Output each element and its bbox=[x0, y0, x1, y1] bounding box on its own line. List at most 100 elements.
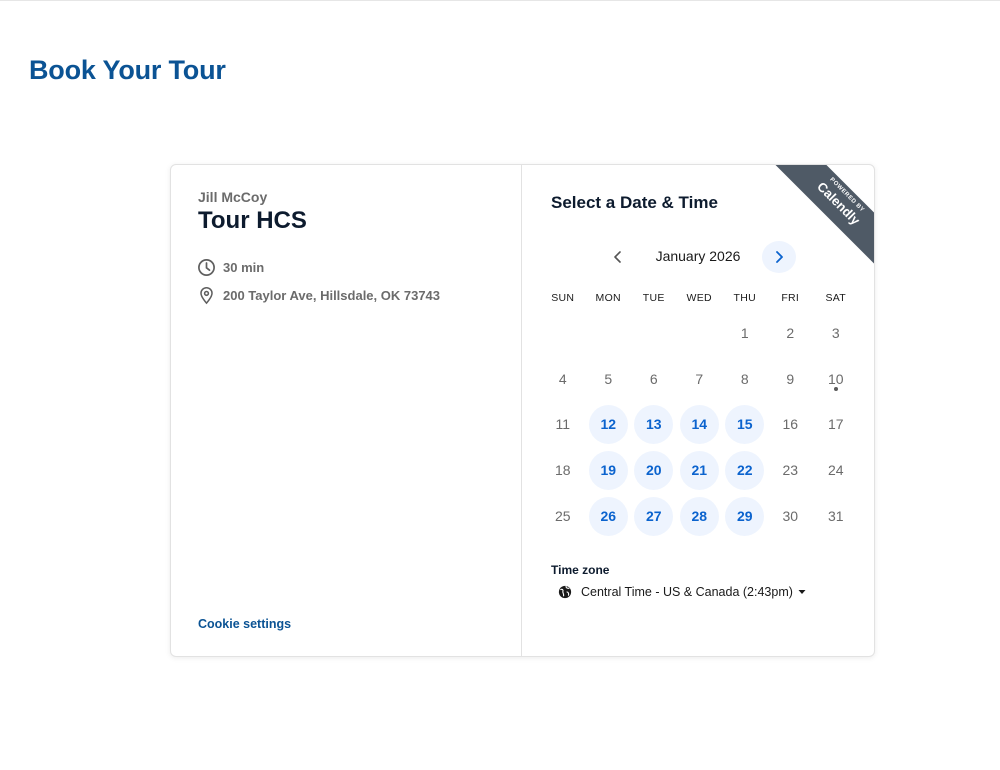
calendar-empty-cell bbox=[677, 310, 723, 356]
calendar-day: 25 bbox=[540, 493, 586, 539]
calendar-day-number: 7 bbox=[695, 370, 704, 387]
month-navigation: January 2026 bbox=[523, 241, 874, 273]
location-text: 200 Taylor Ave, Hillsdale, OK 73743 bbox=[223, 288, 441, 303]
calendar-day-number: 13 bbox=[634, 404, 674, 444]
calendar-day-available[interactable]: 20 bbox=[631, 447, 677, 493]
calendar-day: 9 bbox=[768, 356, 814, 402]
globe-icon bbox=[558, 585, 572, 599]
calendar-days-grid: 1 2 3 4 5 6 7 8 9 10 11 12 13 14 15 16 17 18 19 20 21 22 23 24 2… bbox=[540, 310, 859, 539]
calendar-day: 10 bbox=[813, 356, 859, 402]
calendar-day-available[interactable]: 12 bbox=[586, 402, 632, 448]
calendar-day: 31 bbox=[813, 493, 859, 539]
calendar-day: 1 bbox=[722, 310, 768, 356]
previous-month-button[interactable] bbox=[601, 241, 635, 273]
calendar-day-available[interactable]: 14 bbox=[677, 402, 723, 448]
calendar-day-number: 23 bbox=[782, 462, 799, 479]
calendar-day-available[interactable]: 13 bbox=[631, 402, 677, 448]
weekday-header: SUN MON TUE WED THU FRI SAT bbox=[540, 292, 859, 304]
calendar-day: 2 bbox=[768, 310, 814, 356]
calendar-day-available[interactable]: 29 bbox=[722, 493, 768, 539]
calendar-day-number: 1 bbox=[740, 324, 749, 341]
weekday-label: MON bbox=[595, 292, 621, 304]
calendar-day-number: 31 bbox=[827, 508, 844, 525]
calendar-day-number: 8 bbox=[740, 370, 749, 387]
calendar-day-available[interactable]: 15 bbox=[722, 402, 768, 448]
calendar-day: 4 bbox=[540, 356, 586, 402]
calendar-day-number: 21 bbox=[679, 450, 719, 490]
calendar-day: 17 bbox=[813, 402, 859, 448]
calendar-day-number: 11 bbox=[555, 416, 571, 433]
calendar-day-number: 16 bbox=[782, 416, 799, 433]
calendar-day: 5 bbox=[586, 356, 632, 402]
calendar-empty-cell bbox=[631, 310, 677, 356]
calendar-day: 24 bbox=[813, 447, 859, 493]
location-pin-icon bbox=[200, 287, 213, 305]
calendar-day-available[interactable]: 22 bbox=[722, 447, 768, 493]
calendar-day-number: 17 bbox=[827, 416, 844, 433]
calendar-day-available[interactable]: 19 bbox=[586, 447, 632, 493]
calendar-day-number: 28 bbox=[679, 496, 719, 536]
calendar-day-number: 29 bbox=[725, 496, 765, 536]
calendar-day-number: 20 bbox=[634, 450, 674, 490]
weekday-label: THU bbox=[733, 292, 756, 304]
calendar-empty-cell bbox=[586, 310, 632, 356]
weekday-label: SAT bbox=[825, 292, 847, 304]
event-title: Tour HCS bbox=[198, 207, 307, 234]
calendar-day-available[interactable]: 21 bbox=[677, 447, 723, 493]
month-label: January 2026 bbox=[655, 248, 741, 264]
calendar-day-number: 18 bbox=[554, 462, 571, 479]
calendar-day: 16 bbox=[768, 402, 814, 448]
event-duration: 30 min bbox=[197, 258, 264, 277]
today-indicator-dot bbox=[833, 386, 838, 391]
caret-down-icon bbox=[798, 590, 806, 594]
timezone-label: Time zone bbox=[551, 563, 610, 577]
top-divider bbox=[0, 0, 1000, 1]
duration-text: 30 min bbox=[223, 260, 265, 275]
calendar-day-number: 22 bbox=[725, 450, 765, 490]
weekday-label: TUE bbox=[642, 292, 665, 304]
calendar-day-number: 9 bbox=[786, 370, 795, 387]
calendar-day: 30 bbox=[768, 493, 814, 539]
calendar-day: 6 bbox=[631, 356, 677, 402]
calendar-day-number: 14 bbox=[679, 404, 719, 444]
calendar-day: 7 bbox=[677, 356, 723, 402]
calendar-day-available[interactable]: 27 bbox=[631, 493, 677, 539]
calendar-day-number: 5 bbox=[604, 370, 613, 387]
calendar-day-number: 24 bbox=[827, 462, 844, 479]
weekday-label: WED bbox=[686, 292, 712, 304]
next-month-button[interactable] bbox=[762, 241, 796, 273]
date-picker-pane: Select a Date & Time January 2026 SUN MO… bbox=[523, 165, 874, 656]
event-location: 200 Taylor Ave, Hillsdale, OK 73743 bbox=[197, 286, 440, 305]
calendar-day-number: 12 bbox=[588, 404, 628, 444]
timezone-selector[interactable]: Central Time - US & Canada (2:43pm) bbox=[558, 585, 806, 599]
calendar-day-available[interactable]: 26 bbox=[586, 493, 632, 539]
calendar-day-number: 3 bbox=[831, 324, 840, 341]
event-details-pane: Jill McCoy Tour HCS 30 min 200 Taylor Av… bbox=[171, 165, 522, 656]
timezone-value: Central Time - US & Canada (2:43pm) bbox=[581, 585, 793, 599]
calendar-day-number: 6 bbox=[649, 370, 658, 387]
calendar-day-number: 2 bbox=[786, 324, 795, 341]
calendar-day-available[interactable]: 28 bbox=[677, 493, 723, 539]
weekday-label: SUN bbox=[551, 292, 575, 304]
calendar-day-number: 25 bbox=[554, 508, 571, 525]
booking-widget: Jill McCoy Tour HCS 30 min 200 Taylor Av… bbox=[170, 164, 875, 657]
chevron-left-icon bbox=[614, 251, 621, 263]
page-title: Book Your Tour bbox=[29, 55, 226, 85]
calendar-day-number: 4 bbox=[558, 370, 567, 387]
calendar-day-number: 19 bbox=[588, 450, 628, 490]
calendar-day: 11 bbox=[540, 402, 586, 448]
clock-icon bbox=[198, 259, 215, 276]
calendar-day-number: 30 bbox=[782, 508, 799, 525]
weekday-label: FRI bbox=[781, 292, 800, 304]
calendar-day: 18 bbox=[540, 447, 586, 493]
calendar-day: 23 bbox=[768, 447, 814, 493]
calendar-day-number: 15 bbox=[725, 404, 765, 444]
calendar-day-number: 27 bbox=[634, 496, 674, 536]
date-time-heading: Select a Date & Time bbox=[551, 193, 718, 212]
calendar-day: 8 bbox=[722, 356, 768, 402]
calendar-empty-cell bbox=[540, 310, 586, 356]
chevron-right-icon bbox=[776, 251, 783, 263]
calendar-day-number: 10 bbox=[827, 370, 844, 387]
calendar-day-number: 26 bbox=[588, 496, 628, 536]
cookie-settings-link[interactable]: Cookie settings bbox=[198, 617, 291, 631]
